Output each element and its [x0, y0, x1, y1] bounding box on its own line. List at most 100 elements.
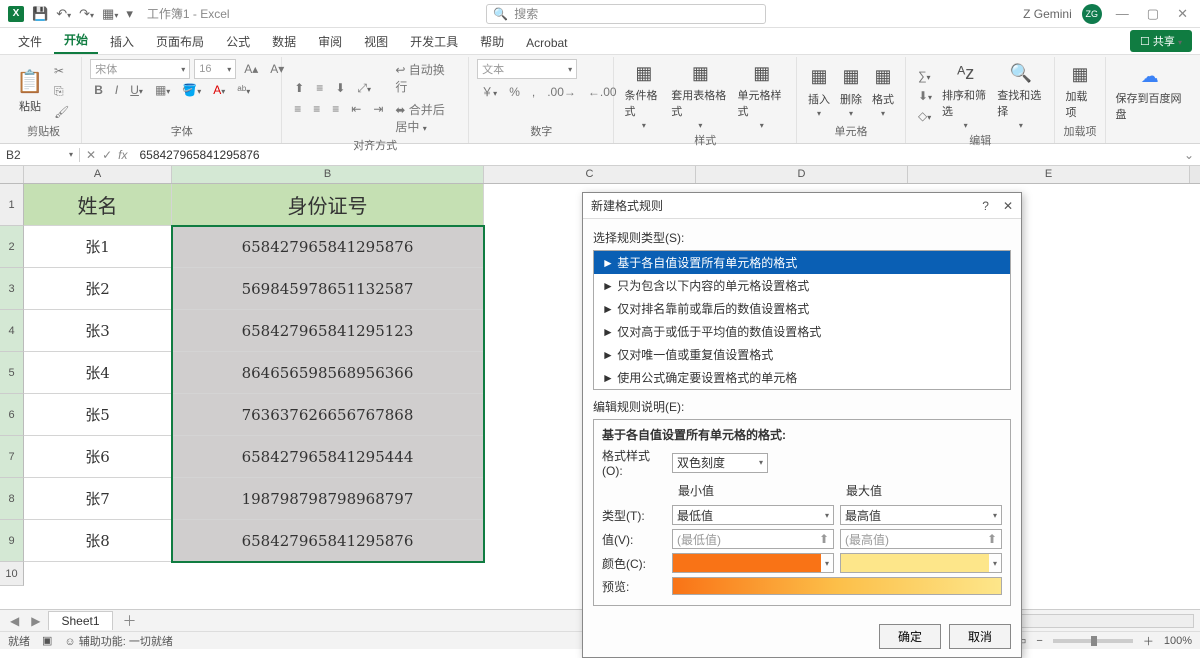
sort-filter-button[interactable]: ᴬᴢ排序和筛选▾ [940, 59, 991, 132]
add-sheet-icon[interactable]: ＋ [117, 611, 143, 631]
tab-view[interactable]: 视图 [354, 29, 398, 54]
row-header[interactable]: 3 [0, 268, 24, 310]
status-accessibility[interactable]: ☺ 辅助功能: 一切就绪 [64, 633, 172, 649]
row-header[interactable]: 8 [0, 478, 24, 520]
rule-type-item[interactable]: ► 使用公式确定要设置格式的单元格 [594, 366, 1010, 389]
value-min-input[interactable]: (最低值)⬆ [672, 529, 834, 549]
rule-type-item[interactable]: ► 仅对高于或低于平均值的数值设置格式 [594, 320, 1010, 343]
underline-button[interactable]: U▾ [126, 81, 147, 99]
zoom-out-icon[interactable]: − [1036, 635, 1042, 647]
zoom-percent[interactable]: 100% [1164, 635, 1192, 647]
row-header[interactable]: 9 [0, 520, 24, 562]
orientation-icon[interactable]: ⤢▾ [353, 79, 375, 98]
sheet-tab[interactable]: Sheet1 [48, 611, 112, 630]
cell[interactable]: 张8 [24, 520, 172, 562]
expand-formula-bar-icon[interactable]: ⌄ [1178, 148, 1200, 162]
select-all-corner[interactable] [0, 166, 24, 183]
col-header-d[interactable]: D [696, 166, 908, 183]
value-max-input[interactable]: (最高值)⬆ [840, 529, 1002, 549]
row-header[interactable]: 10 [0, 562, 24, 586]
qat-more-icon[interactable]: ▦▾ [102, 6, 118, 22]
cell[interactable]: 身份证号 [172, 184, 484, 226]
tab-home[interactable]: 开始 [54, 27, 98, 54]
cell[interactable]: 658427965841295876 [172, 520, 484, 562]
number-format-combo[interactable]: 文本▾ [477, 59, 577, 79]
delete-cells-button[interactable]: ▦删除▾ [837, 63, 865, 120]
row-header[interactable]: 6 [0, 394, 24, 436]
dialog-titlebar[interactable]: 新建格式规则 ? ✕ [583, 193, 1021, 219]
tab-formulas[interactable]: 公式 [216, 29, 260, 54]
color-min-combo[interactable]: ▾ [672, 553, 834, 573]
rule-type-item[interactable]: ► 只为包含以下内容的单元格设置格式 [594, 274, 1010, 297]
name-box[interactable]: B2▾ [0, 148, 80, 162]
ok-button[interactable]: 确定 [879, 624, 941, 649]
autosum-icon[interactable]: ∑▾ [914, 67, 936, 85]
align-right-icon[interactable]: ≡ [328, 100, 343, 118]
row-header[interactable]: 7 [0, 436, 24, 478]
cell[interactable]: 198798798798968797 [172, 478, 484, 520]
row-header[interactable]: 1 [0, 184, 24, 226]
table-format-button[interactable]: ▦套用表格格式▾ [669, 59, 731, 132]
qat-undo-icon[interactable]: ↶▾ [56, 6, 71, 22]
col-header-c[interactable]: C [484, 166, 696, 183]
inc-decimal-icon[interactable]: .00→ [543, 83, 580, 101]
rule-type-list[interactable]: ► 基于各自值设置所有单元格的格式 ► 只为包含以下内容的单元格设置格式 ► 仅… [593, 250, 1011, 390]
formula-input[interactable]: 658427965841295876 [133, 148, 1177, 162]
increase-font-icon[interactable]: A▴ [240, 60, 262, 78]
font-color-button[interactable]: A▾ [209, 81, 229, 99]
cell[interactable]: 张6 [24, 436, 172, 478]
avatar[interactable]: ZG [1082, 4, 1102, 24]
cell[interactable]: 658427965841295123 [172, 310, 484, 352]
color-max-combo[interactable]: ▾ [840, 553, 1002, 573]
format-style-combo[interactable]: 双色刻度▾ [672, 453, 768, 473]
col-header-e[interactable]: E [908, 166, 1190, 183]
align-center-icon[interactable]: ≡ [309, 100, 324, 118]
percent-icon[interactable]: % [505, 83, 524, 101]
row-header[interactable]: 2 [0, 226, 24, 268]
phonetic-button[interactable]: ᵃᵇ▾ [233, 81, 254, 99]
tab-data[interactable]: 数据 [262, 29, 306, 54]
cell[interactable]: 张7 [24, 478, 172, 520]
range-select-icon[interactable]: ⬆ [819, 532, 829, 546]
sheet-prev-icon[interactable]: ◀ [6, 614, 23, 628]
copy-icon[interactable]: ⎘ [50, 82, 73, 101]
search-input[interactable]: 🔍 搜索 [486, 4, 766, 24]
sheet-next-icon[interactable]: ▶ [27, 614, 44, 628]
border-button[interactable]: ▦▾ [151, 81, 174, 99]
font-name-combo[interactable]: 宋体▾ [90, 59, 190, 79]
dialog-close-icon[interactable]: ✕ [1003, 199, 1013, 213]
align-top-icon[interactable]: ⬆ [290, 79, 308, 97]
clear-icon[interactable]: ◇▾ [914, 107, 936, 125]
cancel-formula-icon[interactable]: ✕ [86, 148, 96, 162]
merge-button[interactable]: ⬌ 合并后居中 ▾ [391, 99, 460, 137]
wrap-text-button[interactable]: ↩ 自动换行 [391, 59, 460, 97]
cut-icon[interactable]: ✂ [50, 62, 73, 80]
qat-save-icon[interactable]: 💾 [32, 6, 48, 22]
indent-dec-icon[interactable]: ⇤ [347, 100, 365, 118]
cell[interactable]: 张2 [24, 268, 172, 310]
cell[interactable]: 张4 [24, 352, 172, 394]
font-size-combo[interactable]: 16▾ [194, 59, 236, 79]
tab-insert[interactable]: 插入 [100, 29, 144, 54]
tab-acrobat[interactable]: Acrobat [516, 32, 577, 54]
cell[interactable]: 张1 [24, 226, 172, 268]
tab-help[interactable]: 帮助 [470, 29, 514, 54]
tab-file[interactable]: 文件 [8, 29, 52, 54]
fill-color-button[interactable]: 🪣▾ [178, 81, 205, 99]
row-header[interactable]: 4 [0, 310, 24, 352]
cell[interactable]: 569845978651132587 [172, 268, 484, 310]
italic-button[interactable]: I [111, 81, 122, 99]
rule-type-item[interactable]: ► 仅对唯一值或重复值设置格式 [594, 343, 1010, 366]
cell[interactable]: 姓名 [24, 184, 172, 226]
tab-layout[interactable]: 页面布局 [146, 29, 214, 54]
baidu-save-button[interactable]: ☁保存到百度网盘 [1114, 62, 1186, 124]
addins-button[interactable]: ▦加载项 [1063, 60, 1096, 122]
enter-formula-icon[interactable]: ✓ [102, 148, 112, 162]
minimize-button[interactable]: ― [1112, 6, 1133, 21]
fill-icon[interactable]: ⬇▾ [914, 87, 936, 105]
comma-icon[interactable]: , [528, 83, 539, 101]
cell[interactable]: 763637626656767868 [172, 394, 484, 436]
zoom-in-icon[interactable]: ＋ [1143, 633, 1154, 649]
status-rec-icon[interactable]: ▣ [42, 634, 52, 647]
cells[interactable]: 姓名 身份证号 张1 658427965841295876 张25698459786… [24, 184, 484, 562]
